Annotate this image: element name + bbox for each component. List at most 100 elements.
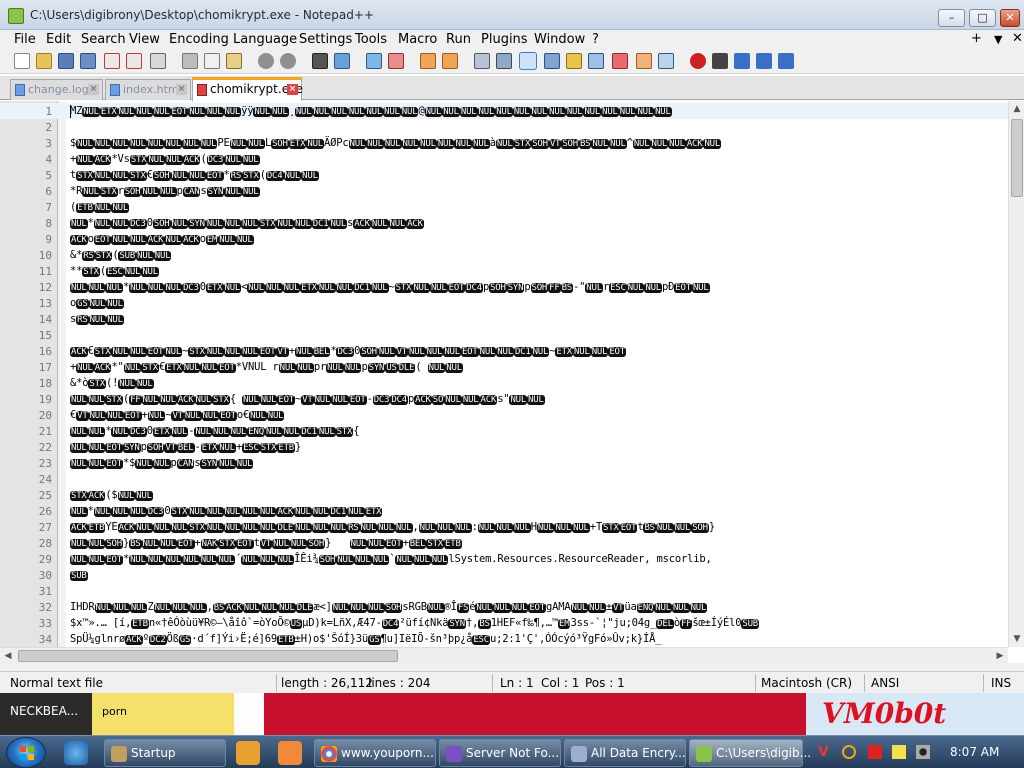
menu-view[interactable]: View (129, 32, 160, 47)
play-macro-icon[interactable] (734, 53, 750, 69)
editor-line[interactable]: 7 (ETB NUL NUL (0, 199, 1008, 215)
menu-help[interactable]: ? (592, 32, 599, 47)
close-all-icon[interactable] (126, 53, 142, 69)
show-all-chars-icon[interactable] (496, 53, 512, 69)
editor-line[interactable]: 33 $x™».… [í,ETBn«†êÓòùü¥R©—\åîô`=òYoÕ©US… (0, 615, 1008, 631)
menu-window[interactable]: Window (534, 32, 585, 47)
find-icon[interactable] (312, 53, 328, 69)
editor-line[interactable]: 12 NUL NUL NUL*NUL NUL NUL DC30ETX NUL<NUL NUL NU… (0, 279, 1008, 295)
monitoring-icon[interactable] (636, 53, 652, 69)
editor-line[interactable]: 9 ACKoEOT NUL NUL ACK NUL ACKoEM NUL NUL (0, 231, 1008, 247)
maximize-button[interactable]: □ (969, 9, 996, 27)
editor-line[interactable]: 28 NUL NUL SOH}BS NUL NUL EOT+NAK STX EOTtVT NUL N… (0, 535, 1008, 551)
scroll-down-icon[interactable]: ▼ (1009, 631, 1024, 647)
editor-line[interactable]: 23 NUL NUL EOT*$NUL NULpCANsSYN NUL NUL (0, 455, 1008, 471)
minimize-button[interactable]: – (938, 9, 965, 27)
replace-icon[interactable] (334, 53, 350, 69)
menu-macro[interactable]: Macro (398, 32, 437, 47)
new-tab-button[interactable]: + (971, 31, 982, 46)
paste-icon[interactable] (226, 53, 242, 69)
indent-guide-icon[interactable] (519, 52, 537, 70)
editor-line[interactable]: 14 sRS NUL NUL (0, 311, 1008, 327)
function-list-icon[interactable] (588, 53, 604, 69)
record-macro-icon[interactable] (690, 53, 706, 69)
task-notepadpp[interactable]: C:\Users\digib... (689, 739, 811, 767)
close-tab-icon[interactable]: × (176, 84, 187, 95)
menu-search[interactable]: Search (81, 32, 126, 47)
editor-line[interactable]: 15 (0, 327, 1008, 343)
menu-plugins[interactable]: Plugins (481, 32, 528, 47)
tab-list-button[interactable]: ▼ (994, 33, 1002, 46)
cut-icon[interactable] (182, 53, 198, 69)
editor-line[interactable]: 16 ACK€STX NUL NUL EOT NUL~STX NUL NUL NUL EOT VT+… (0, 343, 1008, 359)
vertical-scroll-thumb[interactable] (1011, 119, 1023, 197)
menu-encoding[interactable]: Encoding (169, 32, 229, 47)
internet-explorer-icon[interactable] (64, 741, 88, 765)
editor-line[interactable]: 22 NUL NUL EOT SYNpSOH VT BEL-ETX NUL+ESC STX ETB… (0, 439, 1008, 455)
flag-tray-icon[interactable] (868, 745, 882, 759)
editor-line[interactable]: 3 $NUL NUL NUL NUL NUL NUL NUL NULPENUL NULLSOH ET… (0, 135, 1008, 151)
task-server-not-found[interactable]: Server Not Fo... (439, 739, 561, 767)
eye-icon[interactable] (658, 53, 674, 69)
horizontal-scroll-thumb[interactable] (18, 650, 398, 662)
editor-line[interactable]: 17 +NUL ACK*"NUL STX€ETX NUL NUL EOT*VNUL rNUL… (0, 359, 1008, 375)
close-file-icon[interactable] (104, 53, 120, 69)
redo-icon[interactable] (280, 53, 296, 69)
editor-line[interactable]: 34 SpÜ¼glnrøACKºDC2ÖßGS·d´f]Ýi›Ë;é]69ETB±… (0, 631, 1008, 647)
udl-icon[interactable] (544, 53, 560, 69)
editor-line[interactable]: 2 (0, 119, 1008, 135)
task-all-data-encrypted[interactable]: All Data Encry... (564, 739, 686, 767)
editor-line[interactable]: 27 ACK ETBYEACK NUL NUL NUL STX NUL NUL NUL NUL DLE… (0, 519, 1008, 535)
volume-tray-icon[interactable] (916, 745, 930, 759)
close-tab-icon[interactable]: × (287, 84, 298, 95)
zoom-in-icon[interactable] (366, 53, 382, 69)
save-all-icon[interactable] (80, 53, 96, 69)
editor-line[interactable]: 5 tSTX NUL NUL STX€SOH NUL NUL EOT*RS STX(DC4 NUL… (0, 167, 1008, 183)
editor-line[interactable]: 4 +NUL ACK*VsSTX NUL NUL ACK(DC3 NUL NUL (0, 151, 1008, 167)
desktop-icon-label[interactable]: porn (102, 705, 127, 718)
close-tab-icon[interactable]: × (88, 84, 99, 95)
word-wrap-icon[interactable] (474, 53, 490, 69)
close-button[interactable]: ✕ (1000, 9, 1020, 27)
editor-line[interactable]: 20 €VT NUL NUL EOT+NUL~VT NUL NUL EOTo€NUL NUL (0, 407, 1008, 423)
stop-macro-icon[interactable] (712, 53, 728, 69)
horizontal-scrollbar[interactable]: ◀ ▶ (0, 647, 1008, 663)
desktop-icon-label[interactable]: NECKBEA... (10, 704, 78, 718)
menu-settings[interactable]: Settings (299, 32, 352, 47)
copy-icon[interactable] (204, 53, 220, 69)
editor-line[interactable]: 19 NUL NUL STX(FF NUL NUL ACK NUL STX{ NUL NUL EOT… (0, 391, 1008, 407)
start-button[interactable] (6, 737, 46, 768)
menu-file[interactable]: File (14, 32, 36, 47)
media-player-icon[interactable] (236, 741, 260, 765)
editor-line[interactable]: 6 *RNUL STXrSOH NUL NULpCANsSYN NUL NUL (0, 183, 1008, 199)
tab-chomikrypt-exe[interactable]: chomikrypt.exe × (192, 77, 303, 101)
notification-tray-icon[interactable] (892, 745, 906, 759)
scroll-right-icon[interactable]: ▶ (992, 648, 1008, 664)
save-icon[interactable] (58, 53, 74, 69)
editor-line[interactable]: 30 SUB (0, 567, 1008, 583)
editor-line[interactable]: 21 NUL NUL*NUL DC30ETX NUL-NUL NUL NUL ENQ NUL NU… (0, 423, 1008, 439)
undo-icon[interactable] (258, 53, 274, 69)
menu-language[interactable]: Language (233, 32, 297, 47)
editor-line[interactable]: 18 &*òSTX(!NUL NUL (0, 375, 1008, 391)
menu-tools[interactable]: Tools (355, 32, 387, 47)
editor-line[interactable]: 32 IHDRNUL NUL NULZNUL NUL NUL,BS ACK NUL NUL NUL… (0, 599, 1008, 615)
sync-vertical-icon[interactable] (420, 53, 436, 69)
sync-horizontal-icon[interactable] (442, 53, 458, 69)
editor-line[interactable]: 24 (0, 471, 1008, 487)
editor-line[interactable]: 1 MZNUL ETX NUL NUL NUL EOT NUL NUL NULÿÿNUL NUL¸N… (0, 103, 1008, 119)
editor-line[interactable]: 26 NUL*NUL NUL NUL DC30STX NUL NUL NUL NUL NUL ACK… (0, 503, 1008, 519)
editor-line[interactable]: 31 (0, 583, 1008, 599)
task-startup[interactable]: Startup (104, 739, 226, 767)
editor-line[interactable]: 10 &*RS STX(SUB NUL NUL (0, 247, 1008, 263)
doc-map-icon[interactable] (566, 53, 582, 69)
clock[interactable]: 8:07 AM (950, 745, 999, 759)
zoom-out-icon[interactable] (388, 53, 404, 69)
editor-line[interactable]: 25 STX ACK($NUL NUL (0, 487, 1008, 503)
task-browser[interactable]: www.youporn... (314, 739, 436, 767)
tab-index-html[interactable]: index.html × (105, 79, 191, 100)
folder-workspace-icon[interactable] (612, 53, 628, 69)
scroll-up-icon[interactable]: ▲ (1009, 101, 1024, 117)
print-icon[interactable] (150, 53, 166, 69)
scroll-left-icon[interactable]: ◀ (0, 648, 16, 664)
